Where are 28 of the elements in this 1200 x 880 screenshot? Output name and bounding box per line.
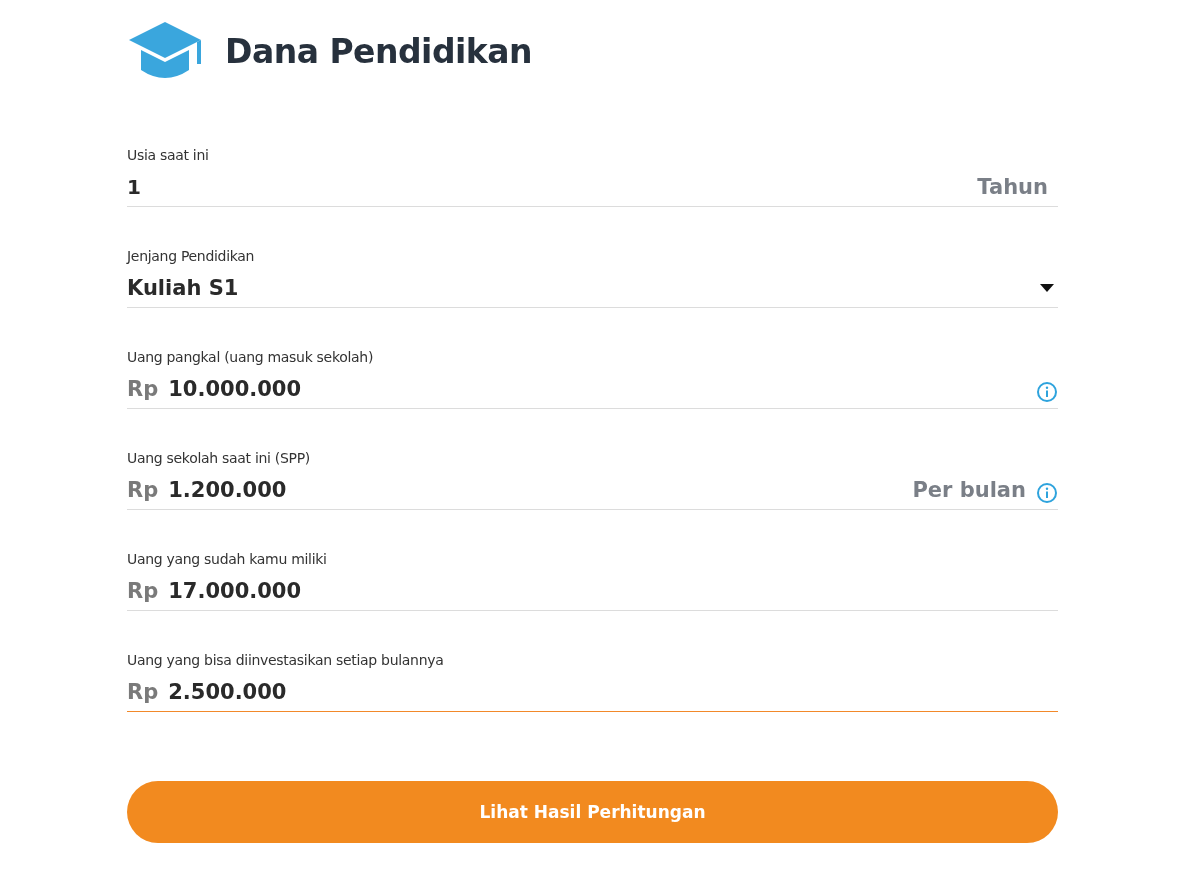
field-label: Jenjang Pendidikan (127, 248, 256, 266)
unit-label: Per bulan (912, 477, 1026, 502)
currency-prefix: Rp (127, 376, 159, 401)
input-field[interactable]: 1 Tahun (127, 167, 1058, 207)
field-label: Uang pangkal (uang masuk sekolah) (127, 349, 375, 367)
input-field[interactable]: Rp 10.000.000 (127, 369, 1058, 409)
input-field[interactable]: Kuliah S1 (127, 268, 1058, 308)
currency-prefix: Rp (127, 578, 159, 603)
info-icon[interactable] (1036, 380, 1058, 403)
field-value: 17.000.000 (168, 578, 302, 603)
input-field[interactable]: Rp 17.000.000 (127, 571, 1058, 611)
field-label: Uang sekolah saat ini (SPP) (127, 450, 311, 468)
unit-label: Tahun (977, 174, 1048, 199)
info-icon[interactable] (1036, 481, 1058, 504)
field-value: 2.500.000 (168, 679, 287, 704)
caret-icon[interactable] (1040, 283, 1054, 292)
field-label: Usia saat ini (127, 147, 210, 165)
page-title: Dana Pendidikan (225, 31, 533, 71)
currency-prefix: Rp (127, 679, 159, 704)
field-value: 1.200.000 (168, 477, 287, 502)
field-label: Uang yang sudah kamu miliki (127, 551, 328, 569)
field-label: Uang yang bisa diinvestasikan setiap bulannya (127, 652, 445, 670)
field-value: 1 (127, 174, 141, 199)
field-value: Kuliah S1 (127, 275, 239, 300)
input-field[interactable]: Rp 2.500.000 (127, 672, 1058, 712)
field-value: 10.000.000 (168, 376, 302, 401)
currency-prefix: Rp (127, 477, 159, 502)
input-field[interactable]: Rp 1.200.000 Per bulan (127, 470, 1058, 510)
